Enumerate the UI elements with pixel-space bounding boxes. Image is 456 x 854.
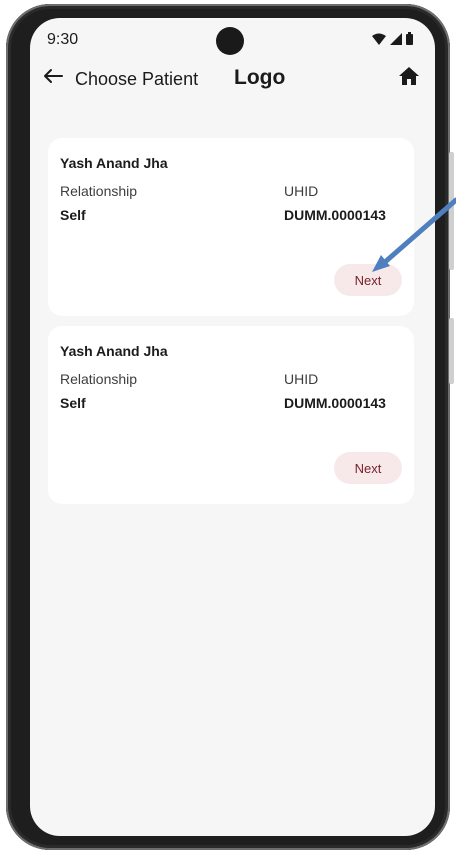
next-button[interactable]: Next: [334, 452, 402, 484]
uhid-value: DUMM.0000143: [284, 207, 386, 223]
relationship-value: Self: [60, 395, 86, 411]
status-icons: [372, 32, 413, 45]
front-camera: [216, 27, 244, 55]
logo: Logo: [234, 66, 286, 89]
relationship-label: Relationship: [60, 183, 138, 199]
uhid-label: UHID: [284, 371, 319, 387]
patient-name: Yash Anand Jha: [60, 343, 168, 359]
battery-icon: [406, 32, 413, 45]
uhid-value: DUMM.0000143: [284, 395, 386, 411]
relationship-value: Self: [60, 207, 86, 223]
volume-button: [449, 152, 454, 270]
patient-card: Yash Anand Jha Relationship UHID Self DU…: [48, 138, 414, 316]
home-button[interactable]: [396, 65, 422, 91]
relationship-label: Relationship: [60, 371, 138, 387]
home-icon: [398, 66, 420, 91]
page-title: Choose Patient: [75, 69, 199, 89]
app-screen: 9:30 Choose Patient Logo Yash Anand Jha …: [30, 18, 435, 836]
arrow-left-icon: [43, 68, 63, 89]
app-bar: Choose Patient Logo: [30, 62, 435, 98]
status-bar: 9:30: [30, 18, 435, 60]
patient-card: Yash Anand Jha Relationship UHID Self DU…: [48, 326, 414, 504]
next-button[interactable]: Next: [334, 264, 402, 296]
back-button[interactable]: [40, 65, 66, 91]
patient-name: Yash Anand Jha: [60, 155, 168, 171]
wifi-icon: [372, 33, 386, 45]
power-button: [449, 318, 454, 384]
status-time: 9:30: [47, 31, 79, 48]
signal-icon: [390, 32, 402, 45]
uhid-label: UHID: [284, 183, 319, 199]
